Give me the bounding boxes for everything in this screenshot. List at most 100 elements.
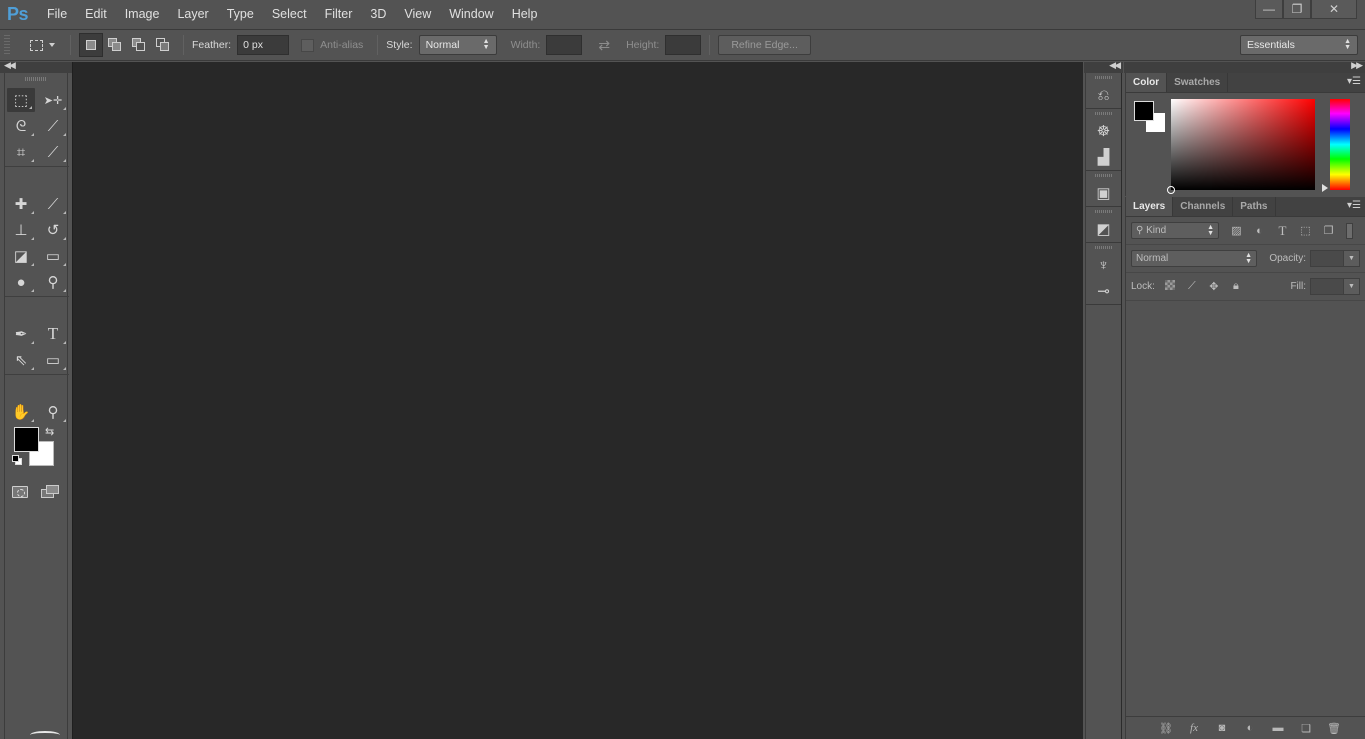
panel-menu-icon[interactable]: ▾☰ <box>1347 77 1361 87</box>
new-adjustment-layer-icon[interactable]: ◐ <box>1238 722 1262 734</box>
tool-crop[interactable]: ⌗ <box>5 139 37 165</box>
tool-rectangle[interactable]: ▭ <box>37 347 69 373</box>
tab-color[interactable]: Color <box>1126 73 1168 92</box>
subtract-from-selection-button[interactable] <box>127 33 151 57</box>
menu-image[interactable]: Image <box>116 0 169 28</box>
adjustment-filter-icon[interactable]: ◐ <box>1248 225 1271 237</box>
new-group-icon[interactable]: ▬ <box>1266 722 1290 734</box>
collapse-dock-icon[interactable]: ◀◀ <box>1109 60 1121 71</box>
tool-history-brush[interactable]: ↺ <box>37 217 69 243</box>
menu-type[interactable]: Type <box>218 0 263 28</box>
tool-blur[interactable]: ● <box>5 269 37 295</box>
tool-preset-picker[interactable] <box>22 33 62 57</box>
screen-mode-icon[interactable] <box>40 485 61 499</box>
tool-quick-selection[interactable]: ⟋ <box>37 113 69 139</box>
dock-group-grip[interactable] <box>1094 112 1113 115</box>
swap-width-height-icon[interactable]: ⇄ <box>598 37 610 54</box>
intersect-selection-button[interactable] <box>151 33 175 57</box>
color-panel-foreground-swatch[interactable] <box>1134 101 1154 121</box>
tool-brush[interactable]: ⟋ <box>37 191 69 217</box>
swap-colors-icon[interactable]: ⇆ <box>45 425 54 438</box>
histogram-panel-button[interactable]: ▟ <box>1086 144 1121 170</box>
hue-slider[interactable] <box>1330 99 1350 190</box>
history-panel-button[interactable]: ⎌ <box>1086 82 1121 108</box>
menu-layer[interactable]: Layer <box>168 0 217 28</box>
app-logo[interactable]: Ps <box>0 4 38 25</box>
link-layers-icon[interactable]: ⛓ <box>1154 722 1178 735</box>
lock-all-icon[interactable]: 🔒︎ <box>1225 280 1247 293</box>
opacity-dropdown[interactable]: ▼ <box>1344 250 1360 267</box>
document-canvas-area[interactable] <box>72 62 1083 739</box>
tool-move[interactable]: ➤✛ <box>37 87 69 113</box>
feather-input[interactable]: 0 px <box>237 35 290 55</box>
workspace-select[interactable]: Essentials ▲ ▼ <box>1240 35 1358 55</box>
type-filter-icon[interactable]: T <box>1271 223 1294 239</box>
add-to-selection-button[interactable] <box>103 33 127 57</box>
lock-position-icon[interactable]: ✥ <box>1203 280 1225 293</box>
paths-panel-panel-button[interactable]: ◩ <box>1086 216 1121 242</box>
fill-dropdown[interactable]: ▼ <box>1344 278 1360 295</box>
tool-dodge[interactable]: ⚲ <box>37 269 69 295</box>
fill-input[interactable] <box>1310 278 1344 295</box>
layers-list[interactable] <box>1126 302 1365 716</box>
brush-settings-panel-button[interactable]: ⊸ <box>1086 278 1121 304</box>
shape-filter-icon[interactable]: ⬚ <box>1294 224 1317 237</box>
anti-alias-checkbox[interactable] <box>301 38 315 52</box>
color-field[interactable] <box>1167 99 1315 194</box>
minimize-button[interactable]: — <box>1255 0 1283 19</box>
new-selection-button[interactable] <box>79 33 103 57</box>
add-layer-style-icon[interactable]: fx <box>1182 722 1206 734</box>
foreground-color-swatch[interactable] <box>14 427 39 452</box>
menu-3d[interactable]: 3D <box>361 0 395 28</box>
quick-mask-icon[interactable] <box>11 486 28 498</box>
tab-layers[interactable]: Layers <box>1126 197 1174 216</box>
tool-clone-stamp[interactable]: ⊥ <box>5 217 37 243</box>
lock-image-pixels-icon[interactable]: ⟋ <box>1181 280 1203 293</box>
tool-lasso[interactable]: ᘓ <box>5 113 37 139</box>
tool-type[interactable]: T <box>37 321 69 347</box>
menu-select[interactable]: Select <box>263 0 316 28</box>
refine-edge-button[interactable]: Refine Edge... <box>718 35 811 55</box>
pixel-filter-icon[interactable]: ▨ <box>1225 224 1248 237</box>
tool-eyedropper[interactable]: ⟋ <box>37 139 69 165</box>
default-colors-icon[interactable] <box>12 455 23 466</box>
tool-rectangular-marquee[interactable]: ⬚ <box>7 88 35 112</box>
collapse-toolbox-icon[interactable]: ◀◀ <box>4 60 16 71</box>
tool-eraser[interactable]: ◪ <box>5 243 37 269</box>
style-select[interactable]: Normal ▲ ▼ <box>418 35 497 55</box>
menu-help[interactable]: Help <box>503 0 547 28</box>
filter-toggle[interactable] <box>1346 222 1353 239</box>
restore-button[interactable]: ❐ <box>1283 0 1311 19</box>
hue-slider-handle[interactable] <box>1322 184 1328 192</box>
tool-pen[interactable]: ✒ <box>5 321 37 347</box>
tab-channels[interactable]: Channels <box>1173 197 1234 216</box>
height-input[interactable] <box>665 35 702 55</box>
blend-mode-select[interactable]: Normal ▲ ▼ <box>1131 250 1257 267</box>
tab-paths[interactable]: Paths <box>1233 197 1276 216</box>
width-input[interactable] <box>546 35 583 55</box>
tool-spot-healing-brush[interactable]: ✚ <box>5 191 37 217</box>
tool-path-selection[interactable]: ⇖ <box>5 347 37 373</box>
options-bar-grip[interactable] <box>4 35 10 55</box>
menu-view[interactable]: View <box>395 0 440 28</box>
color-picker-handle[interactable] <box>1167 186 1175 194</box>
navigator-panel-button[interactable]: ☸ <box>1086 118 1121 144</box>
panel-menu-icon[interactable]: ▾☰ <box>1347 201 1361 211</box>
toolbox-grip[interactable] <box>25 77 47 81</box>
add-layer-mask-icon[interactable]: ◙ <box>1210 722 1234 734</box>
properties-panel-button[interactable]: ▣ <box>1086 180 1121 206</box>
opacity-input[interactable] <box>1310 250 1344 267</box>
kind-filter-select[interactable]: ⚲ Kind ▲ ▼ <box>1131 222 1219 239</box>
menu-filter[interactable]: Filter <box>316 0 362 28</box>
menu-file[interactable]: File <box>38 0 76 28</box>
dock-group-grip[interactable] <box>1094 76 1113 79</box>
new-layer-icon[interactable]: ❏ <box>1294 722 1318 735</box>
dock-group-grip[interactable] <box>1094 174 1113 177</box>
menu-window[interactable]: Window <box>440 0 502 28</box>
lock-transparent-pixels-icon[interactable] <box>1159 280 1181 293</box>
tool-zoom[interactable]: ⚲ <box>37 399 69 425</box>
dock-group-grip[interactable] <box>1094 246 1113 249</box>
close-button[interactable]: ✕ <box>1311 0 1357 19</box>
tool-gradient[interactable]: ▭ <box>37 243 69 269</box>
delete-layer-icon[interactable]: 🗑︎ <box>1322 722 1346 735</box>
